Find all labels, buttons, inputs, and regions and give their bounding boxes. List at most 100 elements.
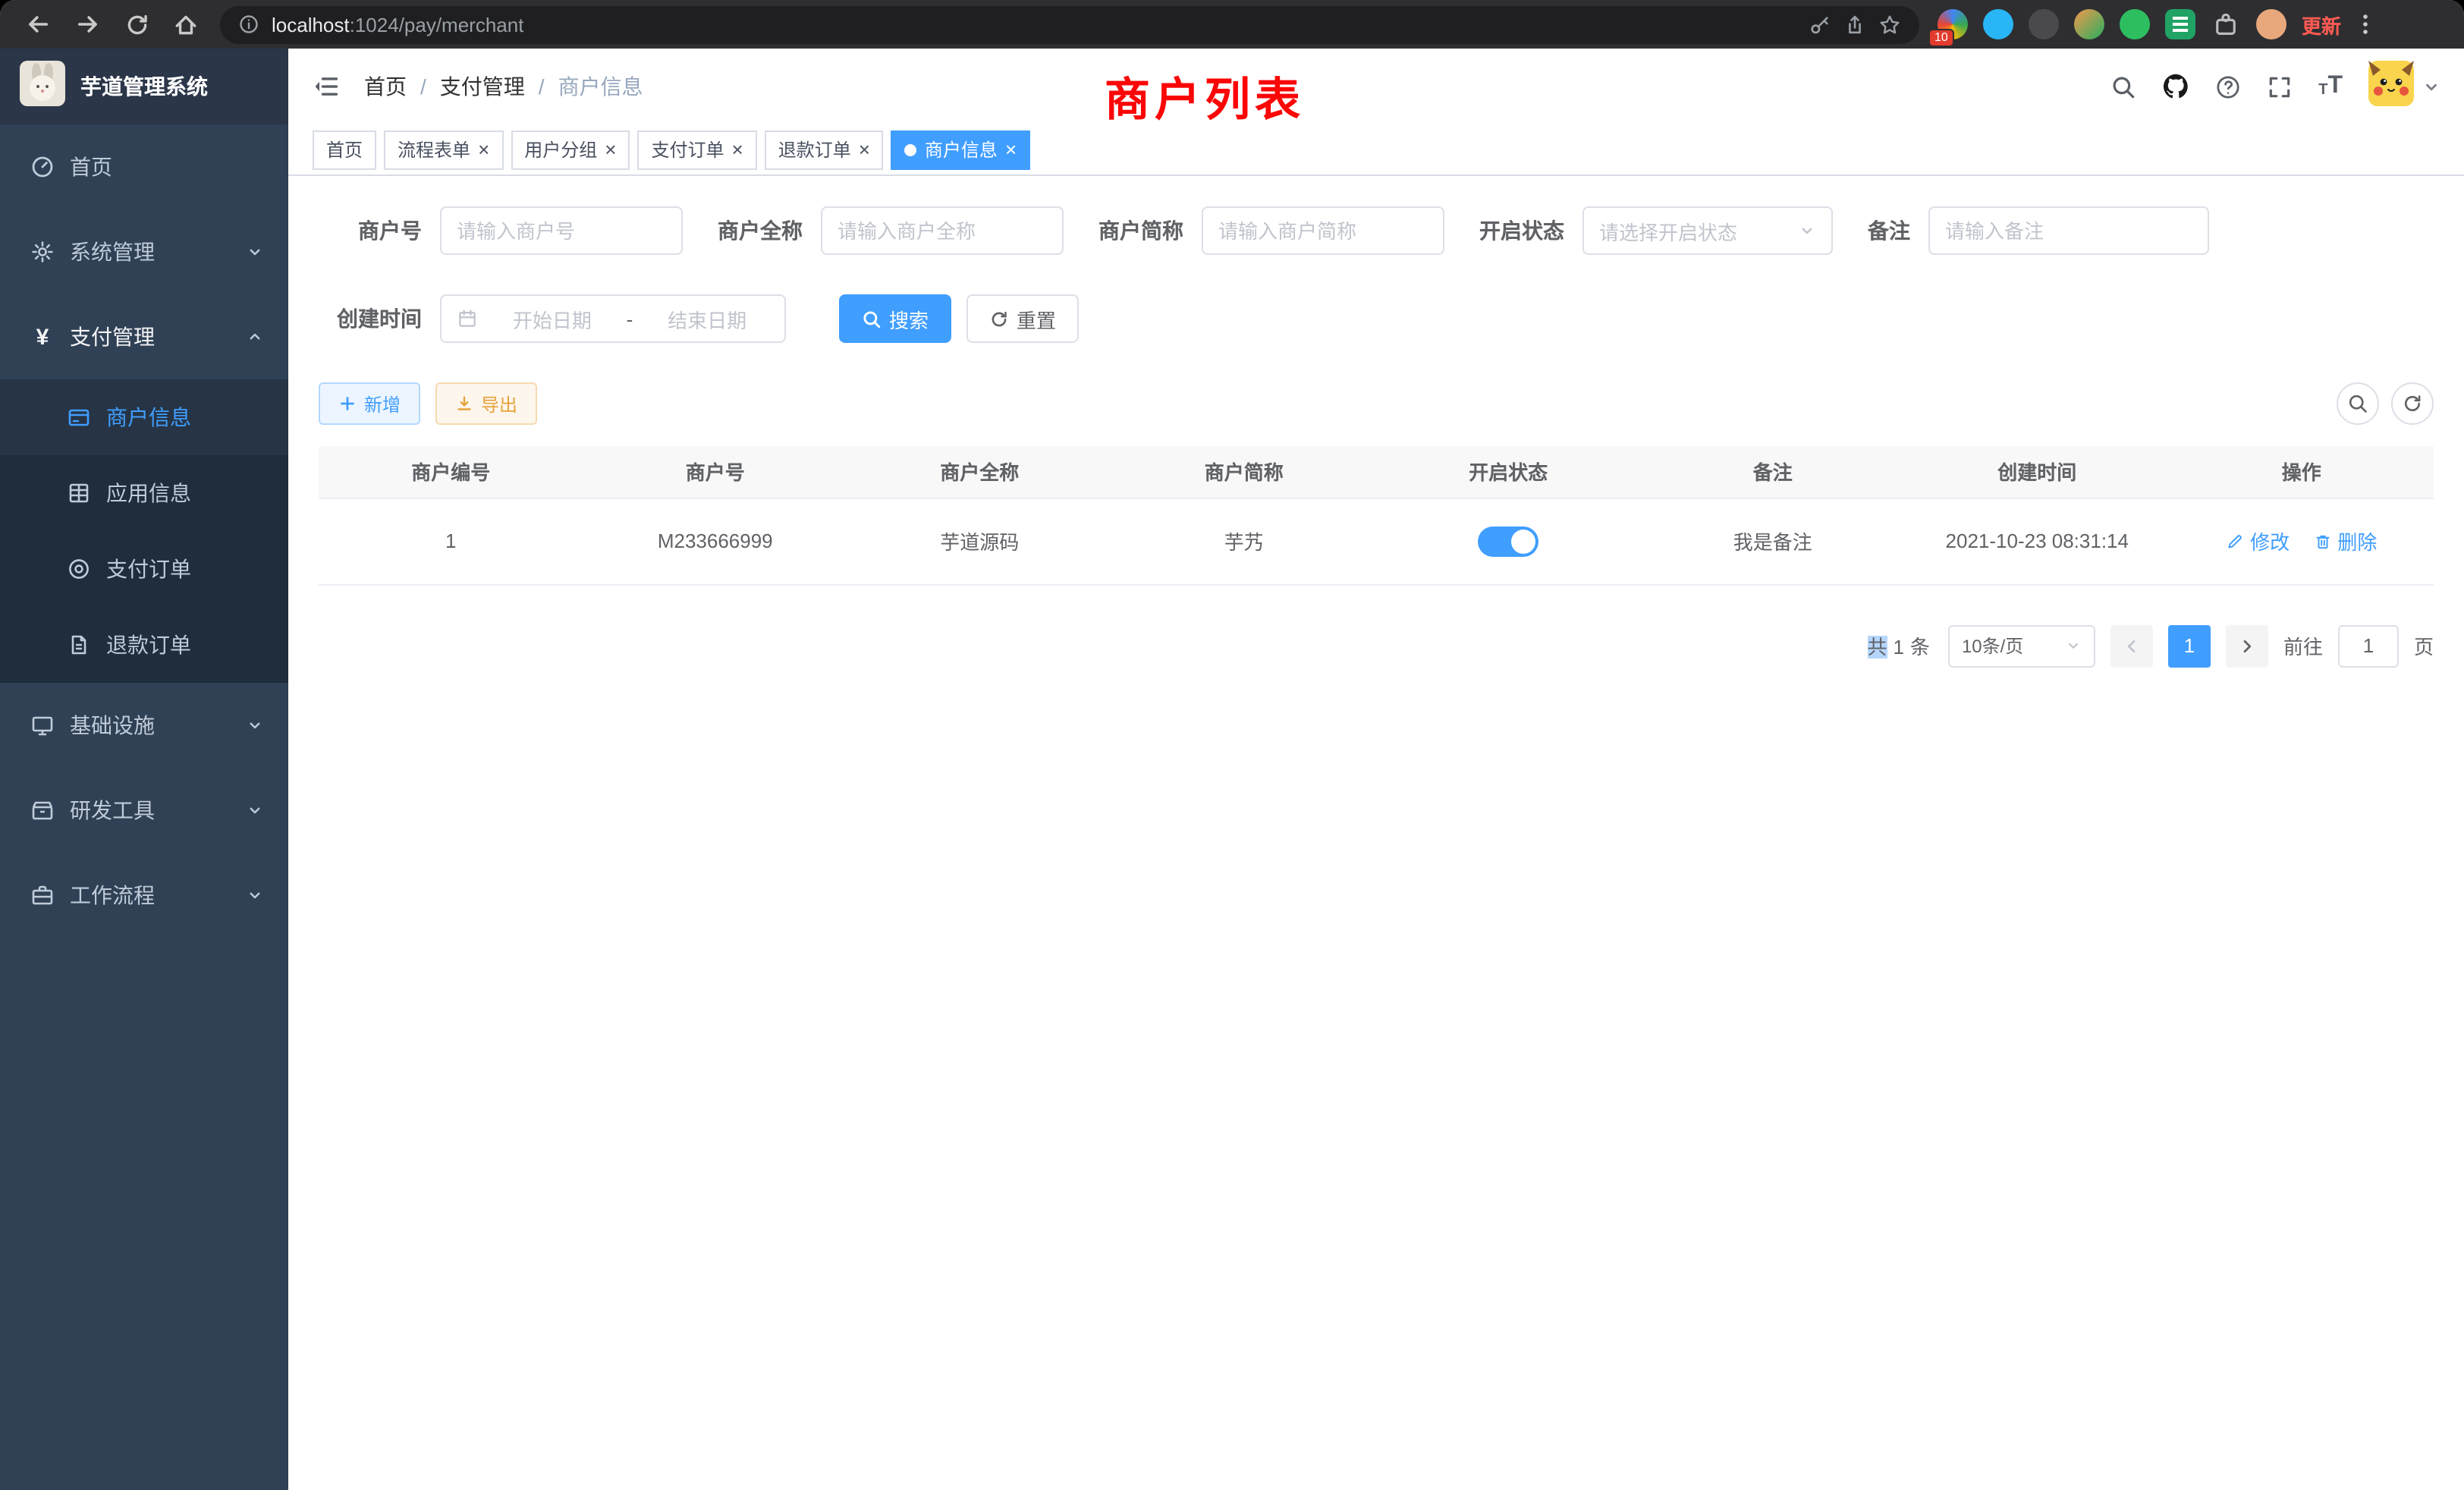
export-button[interactable]: 导出 bbox=[435, 382, 537, 425]
next-page-button[interactable] bbox=[2226, 624, 2268, 667]
font-size-icon[interactable]: TT bbox=[2318, 74, 2343, 99]
extension-dark-icon[interactable] bbox=[2029, 9, 2059, 39]
tab-pay-order[interactable]: 支付订单 × bbox=[637, 130, 756, 169]
key-icon[interactable] bbox=[1809, 13, 1831, 36]
sidebar-item-pay-order[interactable]: 支付订单 bbox=[0, 531, 288, 607]
tab-home[interactable]: 首页 bbox=[313, 130, 376, 169]
navbar-actions: TT bbox=[2110, 60, 2440, 113]
tab-merchant-info[interactable]: 商户信息× bbox=[891, 130, 1030, 169]
chevron-down-icon bbox=[2065, 637, 2082, 654]
short-name-input[interactable] bbox=[1202, 206, 1444, 255]
profile-avatar-icon[interactable] bbox=[2256, 9, 2286, 39]
sidebar-item-label: 支付订单 bbox=[106, 554, 191, 584]
tab-label: 流程表单 bbox=[398, 137, 470, 162]
tags-view: 首页 流程表单 × 用户分组× 支付订单 × 退款订单× 商户信息× bbox=[288, 124, 2464, 176]
search-button[interactable]: 搜索 bbox=[839, 294, 951, 343]
reset-button[interactable]: 重置 bbox=[966, 294, 1079, 343]
back-icon[interactable] bbox=[24, 11, 52, 38]
reload-icon[interactable] bbox=[124, 11, 150, 37]
breadcrumb: 首页 / 支付管理 / 商户信息 bbox=[364, 71, 643, 102]
prev-page-button[interactable] bbox=[2110, 624, 2153, 667]
date-range-picker[interactable]: 开始日期 - 结束日期 bbox=[440, 294, 786, 343]
bookmark-star-icon[interactable] bbox=[1878, 13, 1901, 36]
help-icon[interactable] bbox=[2215, 74, 2241, 99]
tab-refund-order[interactable]: 退款订单× bbox=[765, 130, 884, 169]
chevron-down-icon bbox=[1798, 222, 1816, 240]
delete-link[interactable]: 删除 bbox=[2313, 527, 2377, 555]
current-page[interactable]: 1 bbox=[2168, 624, 2211, 667]
toolbar-right bbox=[2337, 382, 2434, 425]
col-status: 开启状态 bbox=[1376, 446, 1641, 498]
url-text: localhost:1024/pay/merchant bbox=[272, 13, 523, 36]
extension-avatar-icon[interactable] bbox=[2074, 9, 2104, 39]
tab-label: 支付订单 bbox=[651, 137, 724, 162]
merchant-name-input[interactable] bbox=[821, 206, 1064, 255]
address-bar[interactable]: localhost:1024/pay/merchant bbox=[220, 5, 1919, 43]
close-icon[interactable]: × bbox=[605, 140, 616, 159]
share-icon[interactable] bbox=[1843, 13, 1866, 36]
sidebar-item-infra[interactable]: 基础设施 bbox=[0, 683, 288, 768]
goto-suffix: 页 bbox=[2414, 631, 2434, 660]
sidebar: 芋道管理系统 首页 系统管理 ¥ 支付管理 bbox=[0, 49, 288, 1490]
cell-merchant-id: 1 bbox=[319, 498, 583, 584]
col-remark: 备注 bbox=[1641, 446, 1906, 498]
site-info-icon[interactable] bbox=[238, 14, 259, 35]
add-button[interactable]: 新增 bbox=[319, 382, 420, 425]
github-icon[interactable] bbox=[2162, 73, 2189, 100]
sidebar-item-label: 首页 bbox=[70, 152, 112, 182]
sidebar-item-home[interactable]: 首页 bbox=[0, 124, 288, 209]
sidebar-item-dev-tools[interactable]: 研发工具 bbox=[0, 768, 288, 853]
toggle-search-button[interactable] bbox=[2337, 382, 2379, 425]
sidebar-item-merchant-info[interactable]: 商户信息 bbox=[0, 379, 288, 455]
sidebar-item-system[interactable]: 系统管理 bbox=[0, 209, 288, 294]
extension-doc-icon[interactable] bbox=[2165, 9, 2195, 39]
breadcrumb-current: 商户信息 bbox=[558, 71, 643, 102]
breadcrumb-pay[interactable]: 支付管理 bbox=[440, 71, 525, 102]
breadcrumb-home[interactable]: 首页 bbox=[364, 71, 407, 102]
sidebar-item-label: 商户信息 bbox=[106, 402, 191, 432]
close-icon[interactable]: × bbox=[732, 140, 743, 159]
sidebar-item-workflow[interactable]: 工作流程 bbox=[0, 853, 288, 938]
close-icon[interactable]: × bbox=[859, 140, 870, 159]
close-icon[interactable]: × bbox=[478, 140, 489, 159]
refresh-table-button[interactable] bbox=[2391, 382, 2434, 425]
sidebar-toggle-icon[interactable] bbox=[313, 73, 340, 100]
app-logo[interactable]: 芋道管理系统 bbox=[0, 49, 288, 124]
extension-drop-icon[interactable] bbox=[1983, 9, 2013, 39]
tab-process-form[interactable]: 流程表单 × bbox=[384, 130, 503, 169]
user-menu[interactable] bbox=[2368, 60, 2440, 113]
page-content: 商户号 商户全称 商户简称 开启状态 请选择开启状态 bbox=[288, 176, 2464, 1490]
extension-colors-icon[interactable]: 10 bbox=[1938, 9, 1968, 39]
forward-icon[interactable] bbox=[74, 11, 102, 38]
browser-menu-icon[interactable] bbox=[2353, 12, 2378, 36]
edit-link[interactable]: 修改 bbox=[2226, 527, 2290, 555]
remark-input[interactable] bbox=[1928, 206, 2209, 255]
filter-label: 备注 bbox=[1868, 215, 1910, 246]
search-icon[interactable] bbox=[2110, 74, 2136, 99]
sidebar-item-refund-order[interactable]: 退款订单 bbox=[0, 607, 288, 683]
extension-green-icon[interactable] bbox=[2120, 9, 2150, 39]
merchant-no-input[interactable] bbox=[440, 206, 683, 255]
goto-page-input[interactable] bbox=[2338, 624, 2399, 667]
puzzle-extensions-icon[interactable] bbox=[2211, 9, 2241, 39]
page-size-select[interactable]: 10条/页 bbox=[1948, 624, 2095, 667]
close-icon[interactable]: × bbox=[1005, 140, 1017, 159]
sidebar-item-app-info[interactable]: 应用信息 bbox=[0, 455, 288, 531]
col-actions: 操作 bbox=[2170, 446, 2434, 498]
fullscreen-icon[interactable] bbox=[2267, 74, 2293, 99]
sidebar-item-label: 退款订单 bbox=[106, 630, 191, 660]
home-icon[interactable] bbox=[173, 11, 199, 37]
caret-down-icon bbox=[2423, 78, 2440, 95]
briefcase-icon bbox=[30, 883, 55, 907]
sidebar-item-pay[interactable]: ¥ 支付管理 bbox=[0, 294, 288, 379]
sidebar-item-label: 应用信息 bbox=[106, 478, 191, 508]
gear-icon bbox=[30, 240, 55, 264]
browser-update-button[interactable]: 更新 bbox=[2302, 10, 2341, 39]
grid-icon bbox=[67, 481, 91, 505]
cell-merchant-name: 芋道源码 bbox=[847, 498, 1112, 584]
yen-icon: ¥ bbox=[30, 325, 55, 348]
status-select[interactable]: 请选择开启状态 bbox=[1582, 206, 1833, 255]
total-count: 共1条 bbox=[1864, 631, 1933, 660]
tab-user-group[interactable]: 用户分组× bbox=[511, 130, 630, 169]
status-toggle[interactable] bbox=[1478, 526, 1538, 556]
